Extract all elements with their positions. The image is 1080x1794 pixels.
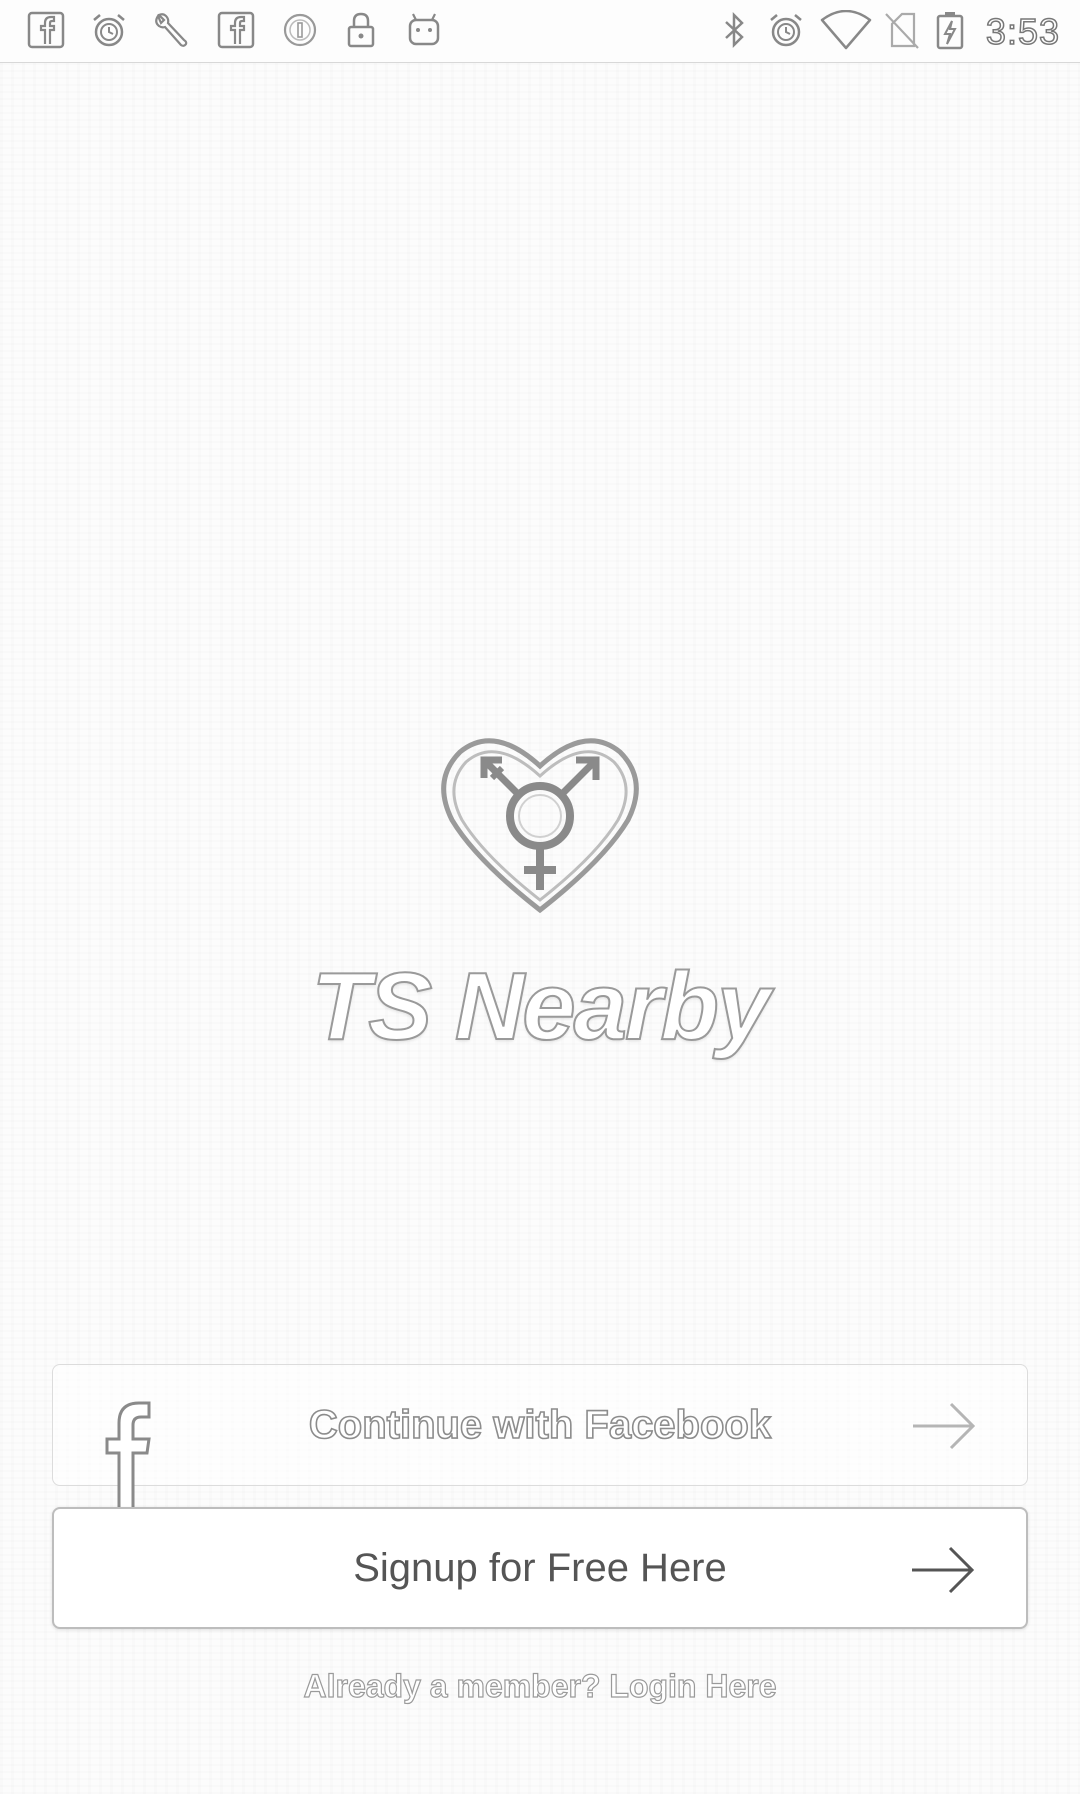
transgender-heart-icon (436, 730, 644, 920)
arrow-right-icon (910, 1545, 976, 1595)
app-name: TS Nearby (311, 952, 772, 1061)
signup-button-label: Signup for Free Here (353, 1545, 727, 1590)
arrow-right-icon (911, 1401, 977, 1451)
bluetooth-icon (714, 10, 754, 50)
facebook-button-label: Continue with Facebook (308, 1402, 772, 1448)
battery-charging-icon (935, 10, 965, 50)
no-sim-icon (882, 10, 922, 50)
alarm-icon (766, 10, 806, 50)
lock-icon (341, 10, 381, 50)
android-icon (404, 10, 444, 50)
clock-time: 3:53 (985, 10, 1060, 53)
wifi-icon (820, 10, 872, 50)
signup-button[interactable]: Signup for Free Here (52, 1507, 1028, 1629)
circle-info-icon (280, 10, 320, 50)
continue-with-facebook-button[interactable]: Continue with Facebook (52, 1364, 1028, 1507)
facebook-icon (26, 10, 66, 50)
facebook-icon (216, 10, 256, 50)
wrench-icon (150, 10, 190, 50)
alarm-icon (89, 10, 129, 50)
login-screen: 3:53 TS Nearby Continue with Facebook Si… (0, 0, 1080, 1794)
status-bar: 3:53 (0, 0, 1080, 63)
login-link[interactable]: Already a member? Login Here (0, 1667, 1080, 1705)
